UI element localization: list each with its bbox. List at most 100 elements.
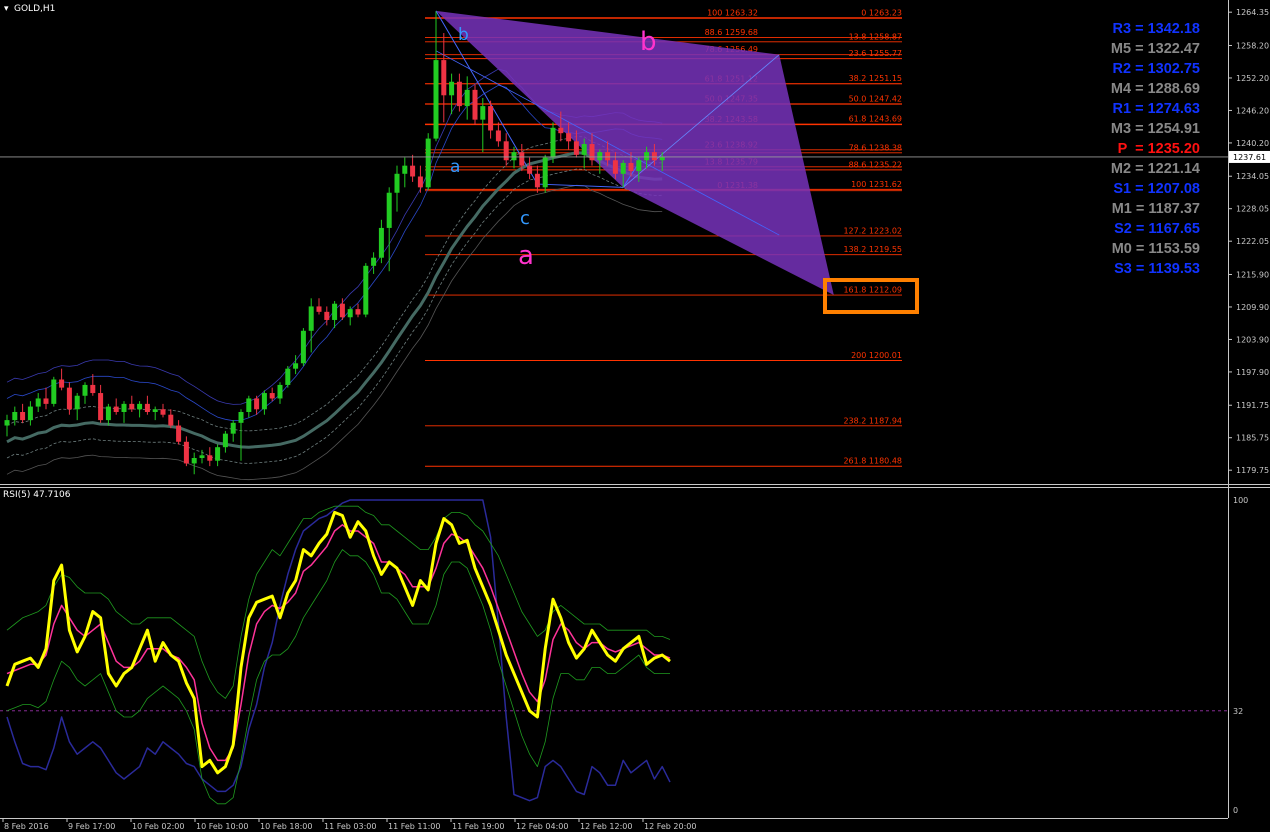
time-tick-label: 11 Feb 03:00 — [324, 822, 376, 831]
rsi-level-label: 32 — [1233, 707, 1243, 716]
candle-body — [425, 138, 431, 188]
symbol-title-arrow[interactable]: ▾ — [4, 4, 9, 14]
candle-body — [534, 173, 540, 188]
pattern-label-outer-a: a — [518, 241, 534, 271]
candle-body — [519, 152, 525, 166]
price-tick-label: 1191.75 — [1236, 401, 1269, 410]
candle-body — [152, 409, 158, 412]
candle-body — [238, 411, 244, 423]
price-tick-label: 1222.05 — [1236, 237, 1269, 246]
pivot-level: M1 = 1187.37 — [1111, 201, 1200, 217]
price-tick-label: 1258.20 — [1236, 41, 1269, 50]
fib-right-label: 0 1263.23 — [861, 9, 902, 18]
candle-body — [261, 393, 267, 410]
price-tick-label: 1197.90 — [1236, 368, 1269, 377]
pattern-label-inner-a: a — [450, 157, 460, 177]
candle-body — [527, 165, 533, 174]
candle-body — [480, 106, 486, 120]
rsi-level-label: 100 — [1233, 496, 1248, 505]
candle-body — [176, 425, 182, 442]
price-tick-label: 1203.90 — [1236, 335, 1269, 344]
candle-body — [597, 152, 603, 161]
candle-body — [464, 89, 470, 107]
time-tick-label: 11 Feb 11:00 — [388, 822, 440, 831]
candle-body — [472, 89, 478, 120]
candle-body — [316, 306, 322, 312]
candle-body — [550, 127, 556, 158]
candle-body — [628, 162, 634, 172]
candle-body — [488, 106, 494, 131]
pattern-label-inner-c: c — [520, 208, 530, 229]
candle-body — [386, 192, 392, 228]
candle-body — [566, 133, 572, 142]
candle-body — [215, 447, 221, 461]
fib-right-label: 13.8 1258.87 — [849, 32, 902, 41]
pivot-level: P = 1235.20 — [1117, 141, 1200, 157]
candle-body — [332, 303, 338, 320]
candle-body — [620, 162, 626, 174]
candle-body — [441, 60, 447, 96]
price-tick-label: 1209.90 — [1236, 303, 1269, 312]
candle-body — [82, 384, 88, 396]
price-tick-label: 1240.20 — [1236, 139, 1269, 148]
candle-body — [410, 165, 416, 177]
fib-right-label: 38.2 1251.15 — [849, 74, 902, 83]
candle-body — [12, 411, 18, 421]
chart-canvas[interactable]: 100 1263.3288.6 1259.6878.6 1256.4961.8 … — [0, 0, 1270, 832]
fib-right-label: 100 1231.62 — [851, 180, 902, 189]
candle-body — [105, 406, 111, 421]
candle-body — [300, 330, 306, 364]
candle-body — [168, 414, 174, 426]
candle-body — [137, 403, 143, 410]
candle-body — [90, 384, 96, 394]
candle-body — [542, 157, 548, 188]
candle-body — [612, 160, 618, 174]
rsi-level-label: 0 — [1233, 806, 1238, 815]
candle-body — [308, 306, 314, 331]
fib-right-label: 50.0 1247.42 — [849, 94, 902, 103]
candle-body — [605, 152, 611, 161]
candle-body — [433, 60, 439, 139]
candle-body — [456, 81, 462, 107]
candle-body — [59, 379, 65, 388]
time-tick-label: 10 Feb 10:00 — [196, 822, 248, 831]
symbol-title: GOLD,H1 — [14, 4, 55, 14]
candle-body — [371, 257, 377, 266]
pivot-level: R2 = 1302.75 — [1112, 61, 1200, 77]
candle-body — [417, 176, 423, 188]
price-tick-label: 1179.75 — [1236, 466, 1269, 475]
fib-right-label: 61.8 1243.69 — [849, 115, 902, 124]
indicator-title: RSI(5) 47.7106 — [3, 490, 71, 500]
candle-body — [363, 265, 369, 315]
candle-body — [160, 409, 166, 415]
time-tick-label: 10 Feb 02:00 — [132, 822, 184, 831]
candle-body — [495, 130, 501, 142]
candle-body — [51, 379, 57, 404]
candle-body — [254, 398, 260, 410]
candle-body — [394, 173, 400, 193]
candle-body — [246, 398, 252, 412]
fib-right-label: 88.6 1235.22 — [849, 160, 902, 169]
fib-right-label: 23.6 1255.77 — [849, 49, 902, 58]
pivot-level: S2 = 1167.65 — [1114, 221, 1200, 237]
time-tick-label: 9 Feb 17:00 — [68, 822, 115, 831]
pivot-level: S3 = 1139.53 — [1114, 261, 1200, 277]
candle-body — [573, 141, 579, 155]
candle-body — [74, 395, 80, 410]
fib-left-label: 100 1263.32 — [707, 8, 758, 17]
candle-body — [129, 403, 135, 410]
fib-right-label: 138.2 1219.55 — [843, 245, 902, 254]
candle-body — [651, 152, 657, 161]
candle-body — [449, 81, 455, 96]
candle-body — [144, 403, 150, 412]
candle-body — [644, 152, 650, 161]
candle-body — [20, 411, 26, 421]
pattern-label-outer-b: b — [640, 27, 657, 57]
candle-body — [378, 227, 384, 258]
fib-right-label: 238.2 1187.94 — [843, 416, 902, 425]
fib-left-label: 88.6 1259.68 — [705, 28, 758, 37]
candle-body — [558, 127, 564, 134]
pattern-label-inner-b: b — [458, 25, 469, 45]
current-price-label: 1237.61 — [1233, 153, 1266, 162]
pivot-level: M2 = 1221.14 — [1110, 161, 1200, 177]
